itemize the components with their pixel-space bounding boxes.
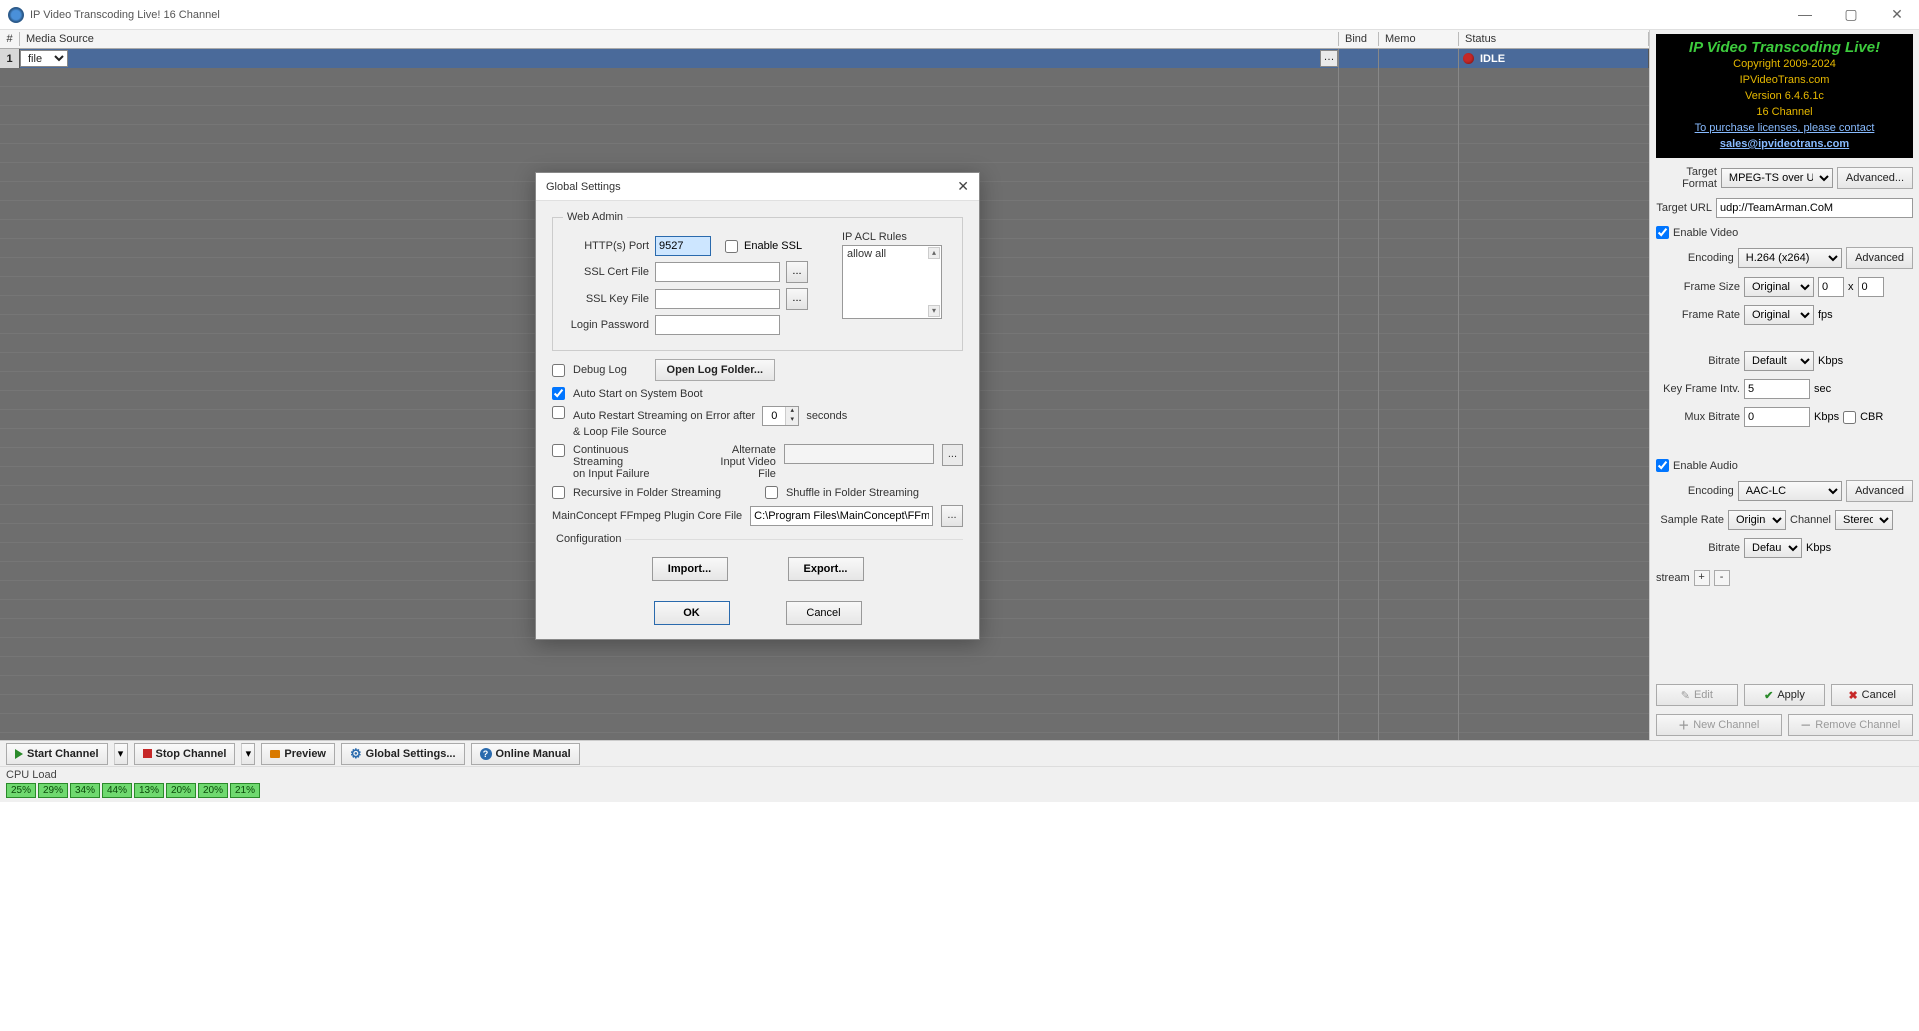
scroll-up-icon[interactable]: ▴ [928, 247, 940, 259]
shuffle-label: Shuffle in Folder Streaming [786, 487, 919, 499]
autorestart-label-2: & Loop File Source [573, 426, 847, 438]
enable-ssl-label: Enable SSL [744, 240, 802, 252]
autorestart-seconds-spinner[interactable]: ▴▾ [762, 406, 799, 426]
alternate-label-1: Alternate [703, 444, 776, 456]
dialog-title: Global Settings [546, 181, 621, 193]
login-password-input[interactable] [655, 315, 780, 335]
ssl-cert-input[interactable] [655, 262, 780, 282]
seconds-unit: seconds [806, 410, 847, 422]
ok-button[interactable]: OK [654, 601, 730, 625]
export-button[interactable]: Export... [788, 557, 864, 581]
continuous-streaming-checkbox[interactable] [552, 444, 565, 457]
web-admin-fieldset: Web Admin HTTP(s) Port Enable SSL SSL Ce… [552, 211, 963, 351]
autostart-checkbox[interactable] [552, 387, 565, 400]
dialog-titlebar[interactable]: Global Settings ✕ [536, 173, 979, 201]
continuous-label-1: Continuous Streaming [573, 444, 677, 468]
autorestart-seconds-input[interactable] [763, 407, 785, 425]
ssl-key-input[interactable] [655, 289, 780, 309]
web-admin-legend: Web Admin [563, 211, 627, 223]
http-port-input[interactable] [655, 236, 711, 256]
configuration-fieldset: Configuration Import... Export... [552, 533, 963, 589]
dialog-close-button[interactable]: ✕ [957, 178, 969, 195]
enable-ssl-checkbox[interactable] [725, 240, 738, 253]
ip-acl-label: IP ACL Rules [842, 231, 952, 243]
configuration-legend: Configuration [552, 533, 625, 545]
http-port-label: HTTP(s) Port [563, 240, 649, 252]
alternate-label-2: Input Video File [703, 456, 776, 480]
acl-item[interactable]: allow all [847, 248, 886, 260]
dialog-cancel-button[interactable]: Cancel [786, 601, 862, 625]
alternate-video-input[interactable] [784, 444, 934, 464]
scroll-down-icon[interactable]: ▾ [928, 305, 940, 317]
recursive-checkbox[interactable] [552, 486, 565, 499]
autostart-label: Auto Start on System Boot [573, 388, 703, 400]
spin-down-icon[interactable]: ▾ [785, 416, 798, 425]
ssl-cert-label: SSL Cert File [563, 266, 649, 278]
ssl-key-browse-button[interactable]: ... [786, 288, 808, 310]
ssl-key-label: SSL Key File [563, 293, 649, 305]
mainconcept-label: MainConcept FFmpeg Plugin Core File [552, 510, 742, 522]
mainconcept-input[interactable] [750, 506, 933, 526]
open-log-folder-button[interactable]: Open Log Folder... [655, 359, 775, 381]
login-password-label: Login Password [563, 319, 649, 331]
mainconcept-browse-button[interactable]: ... [941, 505, 963, 527]
import-button[interactable]: Import... [652, 557, 728, 581]
spin-up-icon[interactable]: ▴ [785, 407, 798, 416]
shuffle-checkbox[interactable] [765, 486, 778, 499]
recursive-label: Recursive in Folder Streaming [573, 487, 721, 499]
autorestart-checkbox[interactable] [552, 406, 565, 419]
continuous-label-2: on Input Failure [573, 468, 677, 480]
global-settings-dialog: Global Settings ✕ Web Admin HTTP(s) Port… [535, 172, 980, 640]
alternate-browse-button[interactable]: ... [942, 444, 963, 466]
debug-log-checkbox[interactable] [552, 364, 565, 377]
debug-log-label: Debug Log [573, 364, 627, 376]
ssl-cert-browse-button[interactable]: ... [786, 261, 808, 283]
ip-acl-listbox[interactable]: allow all ▴ ▾ [842, 245, 942, 319]
autorestart-label-1: Auto Restart Streaming on Error after [573, 410, 755, 422]
modal-overlay: Global Settings ✕ Web Admin HTTP(s) Port… [0, 0, 1919, 1031]
